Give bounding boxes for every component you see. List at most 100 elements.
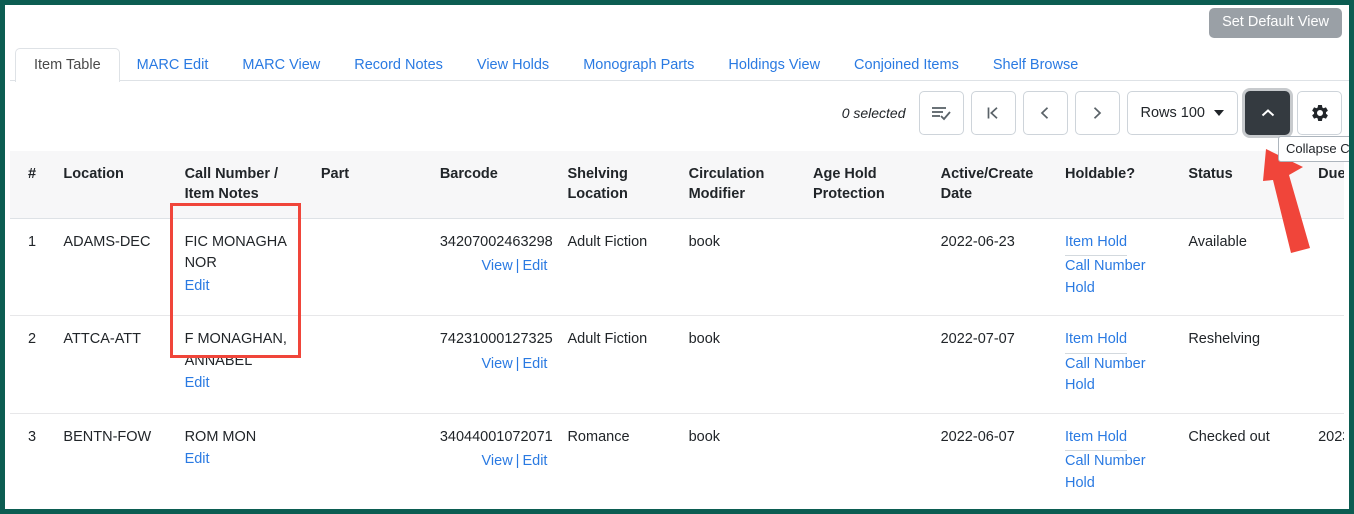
tab-record-notes[interactable]: Record Notes xyxy=(337,48,460,83)
cell-holdable: Item Hold Call Number Hold xyxy=(1057,218,1181,317)
tab-holdings-view[interactable]: Holdings View xyxy=(711,48,837,83)
cell-part xyxy=(312,413,432,504)
cell-part xyxy=(312,315,432,414)
call-number-hold-line-1: Call Number xyxy=(1065,453,1146,470)
barcode-view-link[interactable]: View xyxy=(482,356,513,372)
row-number: 2 xyxy=(10,315,56,414)
cell-call-number: F MONAGHAN, ANNABEL Edit xyxy=(176,315,313,414)
first-page-button[interactable] xyxy=(970,91,1016,135)
item-hold-link[interactable]: Item Hold xyxy=(1065,329,1128,354)
cell-holdable: Item Hold Call Number Hold xyxy=(1057,413,1181,504)
barcode-actions: View | Edit xyxy=(440,354,552,375)
cell-status: Reshelving xyxy=(1180,315,1311,414)
table-row: 2 ATTCA-ATT F MONAGHAN, ANNABEL Edit 74231000… xyxy=(10,315,1344,414)
item-table-head: # Location Call Number / Item Notes Part… xyxy=(10,151,1344,219)
set-default-view-button[interactable]: Set Default View xyxy=(1209,8,1342,38)
first-page-icon xyxy=(985,105,1001,121)
tab-shelf-browse[interactable]: Shelf Browse xyxy=(976,48,1095,83)
column-header-active-create-date[interactable]: Active/Create Date xyxy=(932,151,1057,219)
row-number: 1 xyxy=(10,218,56,317)
collapse-cell-button[interactable] xyxy=(1245,91,1290,135)
call-number-line-1: FIC MONAGHA xyxy=(184,234,287,250)
cell-active-create-date: 2022-06-07 xyxy=(932,413,1057,504)
call-number-hold-line-1: Call Number xyxy=(1065,355,1146,372)
cell-location: BENTN-FOW xyxy=(55,413,177,504)
cell-location: ATTCA-ATT xyxy=(55,315,177,414)
call-number-hold-line-2: Hold xyxy=(1065,377,1095,394)
chevron-up-icon xyxy=(1259,106,1277,120)
row-number: 3 xyxy=(10,413,56,504)
cell-barcode: 34207002463298 View | Edit xyxy=(431,218,560,317)
barcode-value: 34044001072071 xyxy=(439,428,553,445)
tab-view-holds[interactable]: View Holds xyxy=(460,48,566,83)
call-number-line-1: ROM MON xyxy=(184,428,257,445)
column-header-shelving-location[interactable]: Shelving Location xyxy=(559,151,681,219)
item-hold-link[interactable]: Item Hold xyxy=(1065,232,1128,257)
barcode-edit-link[interactable]: Edit xyxy=(522,258,547,274)
cell-call-number: FIC MONAGHA NOR Edit xyxy=(176,218,313,317)
select-actions-button[interactable] xyxy=(918,91,964,135)
cell-shelving-location: Romance xyxy=(559,413,681,504)
call-number-line-2: ANNABEL xyxy=(184,352,253,369)
column-header-barcode[interactable]: Barcode xyxy=(431,151,560,219)
rows-per-page-label: Rows 100 xyxy=(1140,104,1205,121)
cell-age-hold-protection xyxy=(804,315,933,414)
cell-status: Checked out xyxy=(1180,413,1311,504)
call-number-hold-line-2: Hold xyxy=(1065,474,1095,491)
app-frame: Set Default View Item Table MARC Edit MARC… xyxy=(0,0,1354,514)
barcode-view-link[interactable]: View xyxy=(482,453,513,469)
column-header-age-hold-protection[interactable]: Age Hold Protection xyxy=(804,151,933,219)
cell-age-hold-protection xyxy=(804,218,933,317)
barcode-view-link[interactable]: View xyxy=(482,258,513,274)
column-header-call-number[interactable]: Call Number / Item Notes xyxy=(176,151,313,219)
tab-item-table[interactable]: Item Table xyxy=(15,47,120,82)
tab-conjoined-items[interactable]: Conjoined Items xyxy=(837,48,976,83)
cell-due-date: 2023-01-17 xyxy=(1310,413,1344,504)
barcode-edit-link[interactable]: Edit xyxy=(522,453,547,469)
selected-count-label: 0 selected xyxy=(841,105,906,121)
barcode-actions: View | Edit xyxy=(440,256,552,277)
chevron-down-icon xyxy=(1214,110,1224,116)
collapse-cell-tooltip: Collapse Cell xyxy=(1278,136,1349,162)
cell-due-date xyxy=(1310,218,1344,317)
call-number-edit-link[interactable]: Edit xyxy=(185,373,305,394)
tab-marc-edit[interactable]: MARC Edit xyxy=(120,48,226,83)
tab-bar: Item Table MARC Edit MARC View Record Notes… xyxy=(10,43,1349,83)
call-number-edit-link[interactable]: Edit xyxy=(185,449,305,470)
next-page-button[interactable] xyxy=(1074,91,1120,135)
column-header-circulation-modifier[interactable]: Circulation Modifier xyxy=(680,151,805,219)
top-bar: Set Default View xyxy=(5,5,1349,45)
barcode-value: 74231000127325 xyxy=(439,331,553,348)
table-header-row: # Location Call Number / Item Notes Part… xyxy=(10,151,1344,219)
call-number-edit-link[interactable]: Edit xyxy=(185,276,305,297)
column-header-location[interactable]: Location xyxy=(55,151,177,219)
item-table: # Location Call Number / Item Notes Part… xyxy=(10,151,1344,504)
call-number-hold-line-1: Call Number xyxy=(1065,258,1146,275)
cell-call-number: ROM MON Edit xyxy=(176,413,313,504)
cell-age-hold-protection xyxy=(804,413,933,504)
previous-page-button[interactable] xyxy=(1022,91,1068,135)
tab-monograph-parts[interactable]: Monograph Parts xyxy=(566,48,711,83)
column-header-part[interactable]: Part xyxy=(312,151,432,219)
call-number-hold-line-2: Hold xyxy=(1065,279,1095,296)
column-header-number[interactable]: # xyxy=(10,151,56,219)
column-header-holdable[interactable]: Holdable? xyxy=(1057,151,1181,219)
rows-per-page-dropdown[interactable]: Rows 100 xyxy=(1126,91,1238,135)
barcode-actions: View | Edit xyxy=(440,451,552,472)
item-hold-link[interactable]: Item Hold xyxy=(1065,427,1128,452)
list-check-icon xyxy=(931,105,951,121)
tab-marc-view[interactable]: MARC View xyxy=(225,48,337,83)
call-number-hold-link[interactable]: Call Number Hold xyxy=(1065,451,1172,494)
cell-active-create-date: 2022-07-07 xyxy=(932,315,1057,414)
chevron-left-icon xyxy=(1037,105,1053,121)
cell-due-date xyxy=(1310,315,1344,414)
gear-icon xyxy=(1310,103,1330,123)
action-separator: | xyxy=(515,355,520,372)
call-number-hold-link[interactable]: Call Number Hold xyxy=(1065,354,1172,397)
tab-list: Item Table MARC Edit MARC View Record Notes… xyxy=(10,43,1349,83)
barcode-edit-link[interactable]: Edit xyxy=(522,356,547,372)
cell-barcode: 74231000127325 View | Edit xyxy=(431,315,560,414)
settings-button[interactable] xyxy=(1297,91,1342,135)
chevron-right-icon xyxy=(1089,105,1105,121)
call-number-hold-link[interactable]: Call Number Hold xyxy=(1065,256,1172,299)
